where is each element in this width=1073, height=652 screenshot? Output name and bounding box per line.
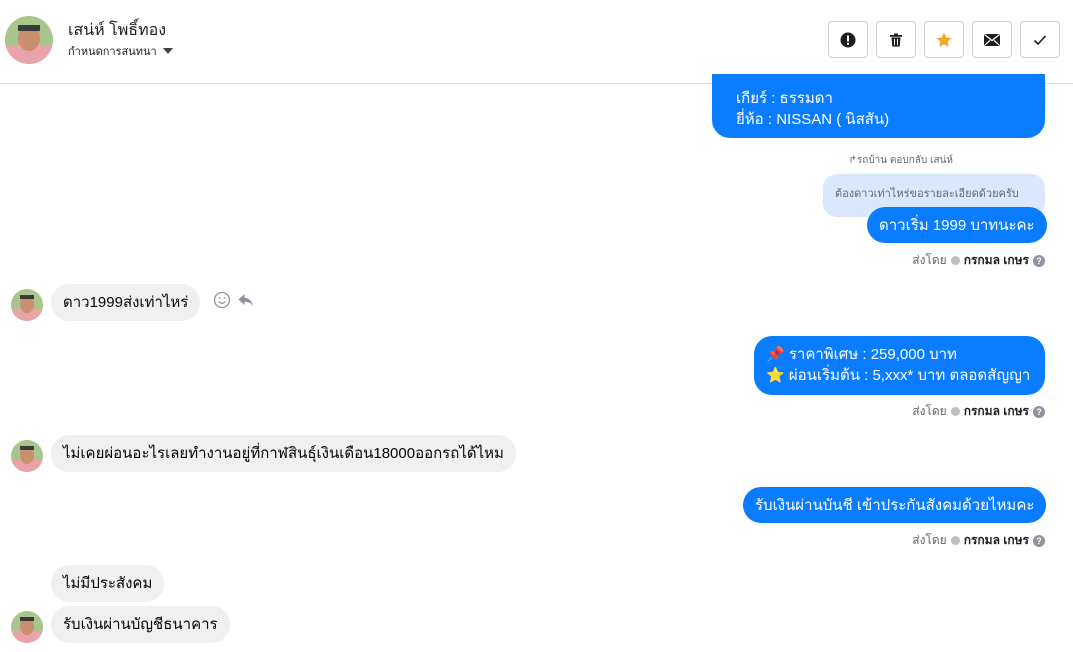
trash-icon (890, 33, 902, 46)
star-button[interactable] (924, 21, 964, 58)
verified-icon (950, 536, 960, 545)
sent-by-label: ส่งโดย (912, 253, 947, 267)
message-line: ยี่ห้อ : NISSAN ( นิสสัน) (736, 111, 890, 128)
contact-name: เสน่ห์ โพธิ์ทอง (68, 22, 167, 39)
alert-icon (840, 32, 856, 47)
contact-avatar-small (11, 440, 43, 472)
mark-unread-button[interactable] (972, 21, 1012, 58)
outgoing-message[interactable]: รับเงินผ่านบันชี เข้าประกันสังคมด้วยไหมค… (743, 487, 1047, 523)
outgoing-message[interactable]: 📌 ราคาพิเศษ : 259,000 บาท ⭐ ผ่อนเริ่มต้น… (754, 336, 1045, 395)
conversation-header: เสน่ห์ โพธิ์ทอง กำหนดการสนทนา (0, 0, 1073, 84)
reply-icon[interactable] (237, 291, 255, 309)
incoming-message[interactable]: รับเงินผ่านบัญชีธนาคาร (51, 606, 230, 643)
sent-by-info: ส่งโดย กรกมล เกษร ? (912, 251, 1045, 270)
incoming-message[interactable]: ดาว1999ส่งเท่าไหร่ (51, 284, 201, 321)
help-icon[interactable]: ? (1033, 534, 1045, 547)
contact-avatar-small (11, 289, 43, 321)
mark-done-button[interactable] (1020, 21, 1060, 58)
check-icon (1033, 34, 1047, 45)
outgoing-message[interactable]: เกียร์ : ธรรมดา ยี่ห้อ : NISSAN ( นิสสัน… (712, 74, 1045, 138)
star-icon (936, 32, 952, 47)
smiley-icon[interactable] (213, 291, 231, 309)
message-actions (213, 291, 255, 309)
reply-arrow-icon: ↱ (848, 155, 857, 166)
sent-by-info: ส่งโดย กรกมล เกษร ? (912, 531, 1045, 550)
message-line: เกียร์ : ธรรมดา (736, 90, 833, 107)
verified-icon (950, 407, 960, 416)
contact-avatar[interactable] (5, 16, 53, 64)
sender-name: กรกมล เกษร (963, 253, 1029, 267)
incoming-message[interactable]: ไม่มีประสังคม (51, 565, 165, 602)
reply-indicator: ↱รถบ้าน ตอบกลับ เสน่ห์ (849, 153, 954, 168)
contact-avatar-small (11, 611, 43, 643)
incoming-message[interactable]: ไม่เคยผ่อนอะไรเลยทำงานอยู่ที่กาฬสินธุ์เง… (51, 435, 516, 472)
message-line: ⭐ ผ่อนเริ่มต้น : 5,xxx* บาท ตลอดสัญญา (766, 367, 1031, 384)
sent-by-label: ส่งโดย (912, 533, 947, 547)
outgoing-message[interactable]: ดาวเริ่ม 1999 บาทนะคะ (867, 207, 1047, 243)
mail-icon (984, 33, 1000, 46)
verified-icon (950, 256, 960, 265)
mark-spam-button[interactable] (828, 21, 868, 58)
caret-down-icon (162, 48, 173, 54)
sender-name: กรกมล เกษร (963, 404, 1029, 418)
message-line: 📌 ราคาพิเศษ : 259,000 บาท (766, 346, 957, 363)
sent-by-info: ส่งโดย กรกมล เกษร ? (912, 402, 1045, 421)
reply-label-text: รถบ้าน ตอบกลับ เสน่ห์ (856, 155, 953, 166)
header-actions (828, 21, 1060, 58)
conversation-status-dropdown[interactable]: กำหนดการสนทนา (68, 42, 173, 60)
sent-by-label: ส่งโดย (912, 404, 947, 418)
help-icon[interactable]: ? (1033, 254, 1045, 267)
sender-name: กรกมล เกษร (963, 533, 1029, 547)
delete-button[interactable] (876, 21, 916, 58)
conversation-status-label: กำหนดการสนทนา (68, 46, 157, 58)
help-icon[interactable]: ? (1033, 405, 1045, 418)
